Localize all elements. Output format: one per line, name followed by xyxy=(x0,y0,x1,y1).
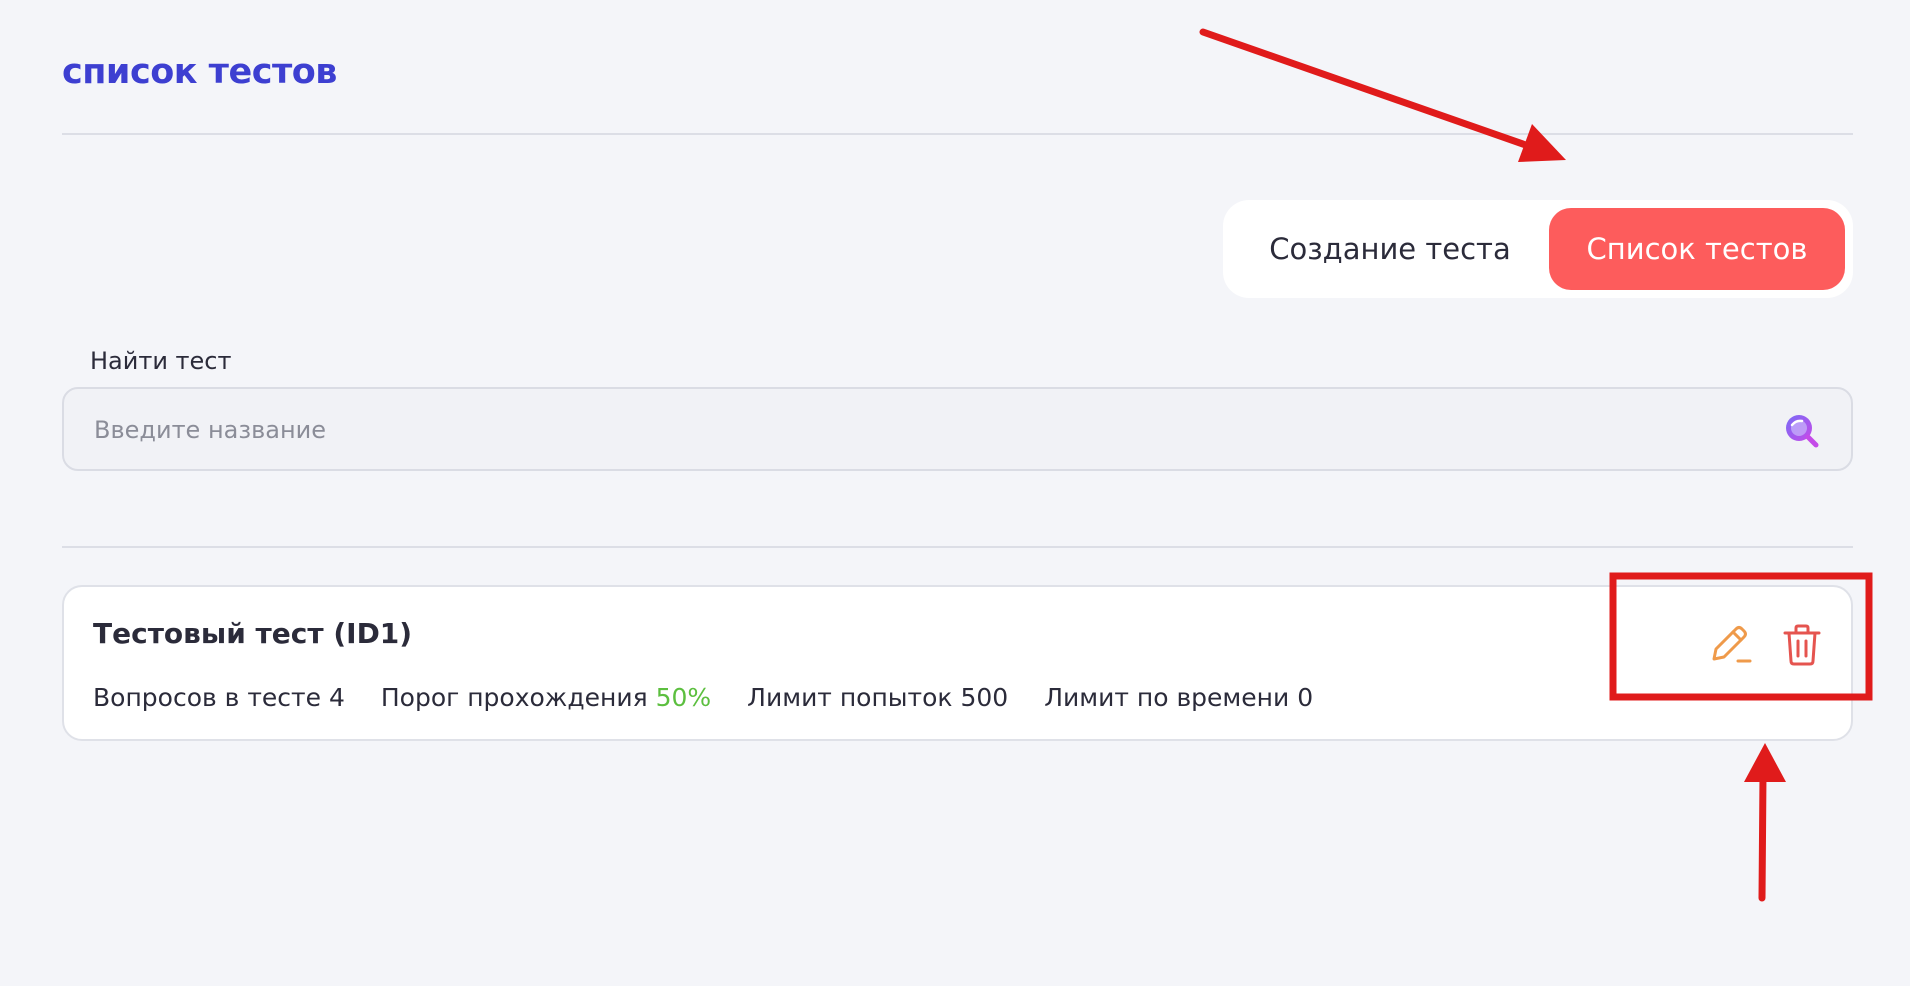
pencil-icon xyxy=(1712,626,1752,663)
tab-test-list[interactable]: Список тестов xyxy=(1549,208,1845,290)
test-name: Тестовый тест (ID1) xyxy=(93,617,413,650)
questions-label: Вопросов в тесте xyxy=(93,683,321,712)
test-meta: Вопросов в тесте 4 Порог прохождения 50%… xyxy=(93,683,1313,712)
tab-create-test[interactable]: Создание теста xyxy=(1231,208,1549,290)
time-limit-label: Лимит по времени xyxy=(1044,683,1290,712)
questions-value: 4 xyxy=(328,683,345,712)
search-input[interactable] xyxy=(92,389,1756,471)
section-divider xyxy=(62,546,1853,548)
questions-stat: Вопросов в тесте 4 xyxy=(93,683,345,712)
header-divider xyxy=(62,133,1853,135)
time-limit-stat: Лимит по времени 0 xyxy=(1044,683,1313,712)
search-label: Найти тест xyxy=(90,347,232,375)
trash-icon xyxy=(1783,624,1821,666)
pass-threshold-label: Порог прохождения xyxy=(380,683,648,712)
attempts-stat: Лимит попыток 500 xyxy=(747,683,1008,712)
delete-button[interactable] xyxy=(1776,619,1828,671)
pass-threshold-stat: Порог прохождения 50% xyxy=(381,683,711,712)
attempts-label: Лимит попыток xyxy=(747,683,953,712)
attempts-value: 500 xyxy=(960,683,1009,712)
search-field xyxy=(62,387,1853,471)
tab-switcher: Создание теста Список тестов xyxy=(1223,200,1853,298)
test-card: Тестовый тест (ID1) Вопросов в тесте 4 П… xyxy=(62,585,1853,741)
edit-button[interactable] xyxy=(1704,619,1756,671)
pass-threshold-value: 50% xyxy=(655,683,712,712)
page-title: список тестов xyxy=(62,52,337,92)
time-limit-value: 0 xyxy=(1297,683,1314,712)
search-icon[interactable] xyxy=(1781,411,1821,451)
page: список тестов Создание теста Список тест… xyxy=(62,0,1853,986)
